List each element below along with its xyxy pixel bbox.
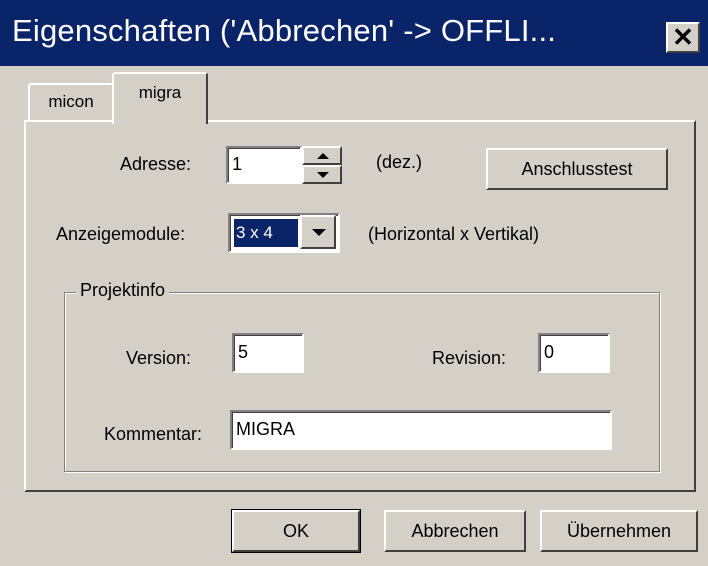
tab-micon-label: micon [48, 92, 94, 111]
version-label: Version: [126, 348, 192, 368]
chevron-down-icon [312, 229, 326, 236]
title-bar: Eigenschaften ('Abbrechen' -> OFFLI... ✕ [0, 0, 708, 66]
projektinfo-title: Projektinfo [76, 280, 170, 301]
adresse-label: Adresse: [120, 154, 192, 174]
version-input[interactable]: 5 [232, 333, 304, 373]
close-icon: ✕ [672, 22, 694, 52]
kommentar-input[interactable]: MIGRA [230, 410, 612, 450]
anschlusstest-button[interactable]: Anschlusstest [486, 148, 668, 190]
revision-label: Revision: [432, 348, 507, 368]
cancel-button[interactable]: Abbrechen [384, 510, 526, 552]
anzeigemodule-hint: (Horizontal x Vertikal) [368, 224, 540, 244]
dropdown-button[interactable] [300, 215, 336, 249]
tab-migra[interactable]: migra [112, 72, 208, 124]
adresse-input[interactable]: 1 [226, 146, 302, 184]
apply-button[interactable]: Übernehmen [540, 510, 698, 552]
anzeigemodule-selected-value: 3 x 4 [233, 218, 299, 248]
kommentar-label: Kommentar: [104, 424, 203, 444]
close-button[interactable]: ✕ [666, 22, 700, 53]
spin-up-button[interactable] [302, 146, 342, 165]
tab-micon[interactable]: micon [28, 83, 114, 121]
anzeigemodule-label: Anzeigemodule: [56, 224, 186, 244]
revision-input[interactable]: 0 [538, 333, 610, 373]
ok-button[interactable]: OK [231, 509, 361, 553]
arrow-down-icon [317, 172, 329, 178]
spin-down-button[interactable] [302, 165, 342, 184]
window-title: Eigenschaften ('Abbrechen' -> OFFLI... [12, 13, 557, 48]
adresse-spinner[interactable] [302, 146, 342, 184]
adresse-unit-label: (dez.) [376, 152, 423, 172]
tab-migra-label: migra [138, 83, 182, 102]
arrow-up-icon [317, 153, 329, 159]
